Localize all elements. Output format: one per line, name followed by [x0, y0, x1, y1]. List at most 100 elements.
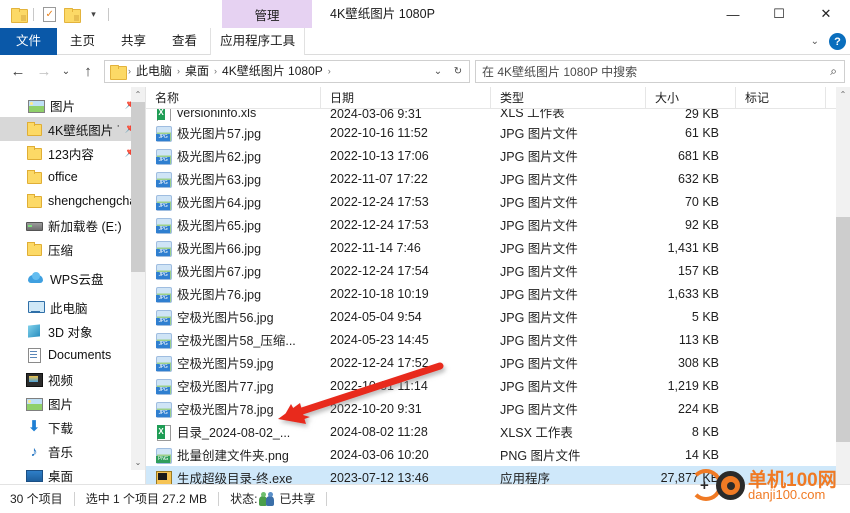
jpg-icon: JPG — [155, 240, 172, 257]
breadcrumb-folder-icon — [110, 64, 127, 80]
table-row[interactable]: JPG 极光图片66.jpg 2022-11-14 7:46 JPG 图片文件 … — [146, 236, 836, 259]
table-row[interactable]: JPG 空极光图片77.jpg 2022-10-31 11:14 JPG 图片文… — [146, 374, 836, 397]
column-header-tags[interactable]: 标记 — [736, 87, 826, 109]
refresh-icon[interactable]: ↻ — [449, 66, 467, 77]
sidebar-item-123content[interactable]: 123内容 📌 — [0, 141, 145, 165]
table-row[interactable]: JPG 极光图片62.jpg 2022-10-13 17:06 JPG 图片文件… — [146, 144, 836, 167]
forward-button[interactable]: → — [31, 58, 57, 84]
properties-icon[interactable]: ✓ — [38, 3, 60, 25]
maximize-button[interactable]: ☐ — [756, 0, 802, 28]
table-row[interactable]: JPG 空极光图片59.jpg 2022-12-24 17:52 JPG 图片文… — [146, 351, 836, 374]
sidebar-item-this-pc[interactable]: 此电脑 — [0, 295, 145, 319]
file-size: 61 KB — [684, 125, 719, 140]
sidebar-item-label: 桌面 — [48, 469, 74, 484]
navigation-scrollbar[interactable]: ⌃ ⌄ — [131, 87, 145, 470]
sidebar-item-office[interactable]: office — [0, 165, 145, 189]
back-button[interactable]: ← — [5, 58, 31, 84]
sidebar-item-wps-cloud[interactable]: WPS云盘 — [0, 266, 145, 290]
table-row[interactable]: JPG 极光图片63.jpg 2022-11-07 17:22 JPG 图片文件… — [146, 167, 836, 190]
table-row[interactable]: JPG 极光图片64.jpg 2022-12-24 17:53 JPG 图片文件… — [146, 190, 836, 213]
table-row[interactable]: X versioninfo.xls 2024-03-06 9:31 XLS 工作… — [146, 109, 836, 121]
file-size: 113 KB — [678, 332, 719, 347]
file-size: 14 KB — [684, 447, 719, 462]
sidebar-item-new-volume-e[interactable]: 新加载卷 (E:) — [0, 213, 145, 237]
scrollbar-thumb[interactable] — [131, 102, 145, 272]
sidebar-item-downloads[interactable]: ⬇ 下载 — [0, 415, 145, 439]
file-date: 2022-10-13 17:06 — [330, 148, 429, 163]
column-headers: 名称 日期 类型 大小 标记 — [146, 87, 850, 109]
sidebar-item-label: 新加载卷 (E:) — [48, 219, 122, 234]
sidebar-item-compressed[interactable]: 压缩 — [0, 237, 145, 261]
scroll-down-icon[interactable]: ⌄ — [131, 455, 145, 470]
file-type: JPG 图片文件 — [500, 403, 578, 417]
file-name-cell: JPG 极光图片64.jpg — [146, 192, 321, 211]
breadcrumb-item-2[interactable]: 4K壁纸图片 1080P — [218, 61, 327, 82]
table-row[interactable]: JPG 空极光图片58_压缩... 2024-05-23 14:45 JPG 图… — [146, 328, 836, 351]
sidebar-item-desktop[interactable]: 桌面 — [0, 463, 145, 484]
table-row[interactable]: JPG 极光图片65.jpg 2022-12-24 17:53 JPG 图片文件… — [146, 213, 836, 236]
table-row[interactable]: JPG 极光图片57.jpg 2022-10-16 11:52 JPG 图片文件… — [146, 121, 836, 144]
collapse-ribbon-icon[interactable]: ⌄ — [807, 36, 823, 47]
tab-application-tools[interactable]: 应用程序工具 — [210, 28, 306, 55]
sidebar-item-3d-objects[interactable]: 3D 对象 — [0, 319, 145, 343]
table-row[interactable]: JPG 空极光图片56.jpg 2024-05-04 9:54 JPG 图片文件… — [146, 305, 836, 328]
scroll-up-icon[interactable]: ⌃ — [131, 87, 145, 102]
folder-icon[interactable] — [7, 3, 29, 25]
file-name: 空极光图片56.jpg — [177, 311, 274, 325]
close-button[interactable]: ✕ — [802, 0, 850, 28]
picture-icon — [26, 395, 43, 411]
watermark-site-url: danji100.com — [748, 487, 826, 502]
table-row[interactable]: JPG 极光图片67.jpg 2022-12-24 17:54 JPG 图片文件… — [146, 259, 836, 282]
table-row[interactable]: JPG 极光图片76.jpg 2022-10-18 10:19 JPG 图片文件… — [146, 282, 836, 305]
tab-view[interactable]: 查看 — [159, 28, 210, 55]
sidebar-item-videos[interactable]: 视频 — [0, 367, 145, 391]
scrollbar-thumb[interactable] — [836, 217, 850, 442]
sidebar-item-pictures-quick[interactable]: 图片 📌 — [0, 93, 145, 117]
tab-home[interactable]: 主页 — [57, 28, 108, 55]
sidebar-item-pictures[interactable]: 图片 — [0, 391, 145, 415]
file-date: 2024-05-23 14:45 — [330, 332, 429, 347]
png-icon: PNG — [155, 447, 172, 464]
file-size: 8 KB — [691, 424, 719, 439]
breadcrumb[interactable]: › 此电脑 › 桌面 › 4K壁纸图片 1080P › ⌄ ↻ — [104, 59, 470, 83]
sidebar-item-shengchengcha[interactable]: shengchengcha — [0, 189, 145, 213]
column-header-size[interactable]: 大小 — [646, 87, 736, 109]
address-bar: ← → ⌄ ↑ › 此电脑 › 桌面 › 4K壁纸图片 1080P › ⌄ ↻ … — [0, 55, 850, 87]
file-date: 2024-03-06 10:20 — [330, 447, 429, 462]
table-row[interactable]: JPG 空极光图片78.jpg 2022-10-20 9:31 JPG 图片文件… — [146, 397, 836, 420]
column-header-date[interactable]: 日期 — [321, 87, 491, 109]
documents-icon — [26, 347, 42, 363]
sidebar-item-label: 图片 — [50, 99, 76, 114]
file-type: PNG 图片文件 — [500, 449, 581, 463]
recent-locations-icon[interactable]: ⌄ — [57, 58, 75, 84]
scroll-up-icon[interactable]: ⌃ — [836, 87, 850, 102]
file-type: JPG 图片文件 — [500, 196, 578, 210]
file-name: 极光图片63.jpg — [177, 173, 262, 187]
help-icon[interactable]: ? — [829, 33, 846, 50]
file-date: 2022-12-24 17:53 — [330, 217, 429, 232]
breadcrumb-dropdown-icon[interactable]: ⌄ — [429, 66, 447, 77]
sidebar-item-label: 下载 — [48, 421, 74, 436]
breadcrumb-item-1[interactable]: 桌面 — [181, 61, 213, 82]
new-folder-icon[interactable] — [60, 3, 82, 25]
customize-qat-caret-icon[interactable]: ▾ — [82, 3, 104, 25]
tab-file[interactable]: 文件 — [0, 28, 58, 55]
breadcrumb-item-0[interactable]: 此电脑 — [132, 61, 176, 82]
file-size: 632 KB — [677, 171, 719, 186]
sidebar-item-music[interactable]: ♪ 音乐 — [0, 439, 145, 463]
minimize-button[interactable]: — — [710, 0, 756, 28]
column-header-name[interactable]: 名称 — [146, 87, 321, 109]
file-list-scrollbar[interactable]: ⌃ — [836, 87, 850, 484]
search-icon[interactable]: ⌕ — [830, 64, 837, 79]
up-button[interactable]: ↑ — [75, 58, 101, 84]
tab-share[interactable]: 共享 — [108, 28, 159, 55]
column-header-type[interactable]: 类型 — [491, 87, 646, 109]
search-input[interactable]: 在 4K壁纸图片 1080P 中搜索 ⌕ — [475, 59, 845, 83]
file-type: JPG 图片文件 — [500, 242, 578, 256]
file-explorer-window: ✓ ▾ 管理 4K壁纸图片 1080P — ☐ ✕ 文件 主页 共享 查看 应用… — [0, 0, 850, 513]
table-row[interactable]: X 目录_2024-08-02_... 2024-08-02 11:28 XLS… — [146, 420, 836, 443]
contextual-tab-manage[interactable]: 管理 — [222, 0, 312, 28]
sidebar-item-4k-wallpaper[interactable]: 4K壁纸图片 ˙ 📌 — [0, 117, 145, 141]
navigation-pane: 图片 📌 4K壁纸图片 ˙ 📌 123内容 📌 office shengchen… — [0, 87, 145, 484]
sidebar-item-documents[interactable]: Documents — [0, 343, 145, 367]
